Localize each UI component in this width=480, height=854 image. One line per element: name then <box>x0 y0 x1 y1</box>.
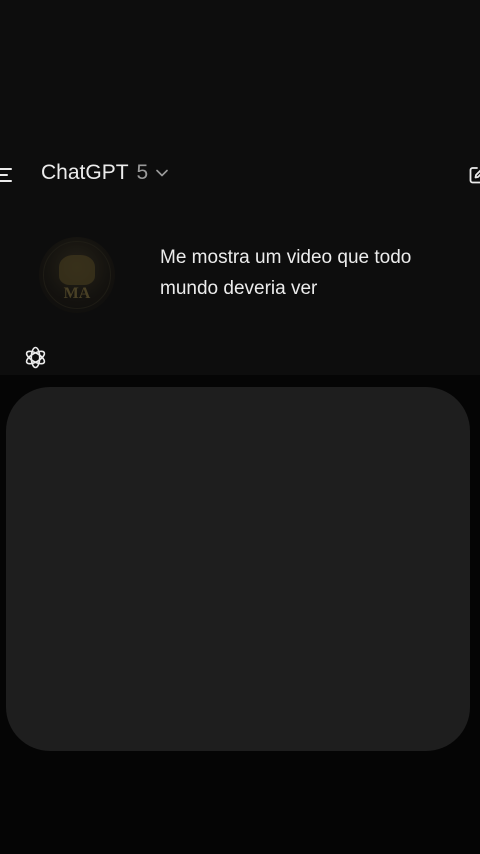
chevron-down-icon <box>156 169 169 177</box>
top-bar: ChatGPT 5 <box>0 150 480 200</box>
user-message-row: MA Me mostra um video que todo mundo dev… <box>0 228 480 318</box>
avatar: MA <box>39 237 115 313</box>
menu-icon[interactable] <box>0 166 14 184</box>
model-version: 5 <box>136 161 149 184</box>
app-title: ChatGPT <box>41 161 129 184</box>
video-card[interactable] <box>6 387 470 751</box>
avatar-monogram: MA <box>63 285 91 302</box>
model-selector[interactable]: ChatGPT 5 <box>41 161 169 185</box>
openai-logo-icon <box>25 346 46 369</box>
user-message: Me mostra um video que todo mundo deveri… <box>160 247 412 299</box>
new-chat-icon[interactable] <box>468 165 480 185</box>
